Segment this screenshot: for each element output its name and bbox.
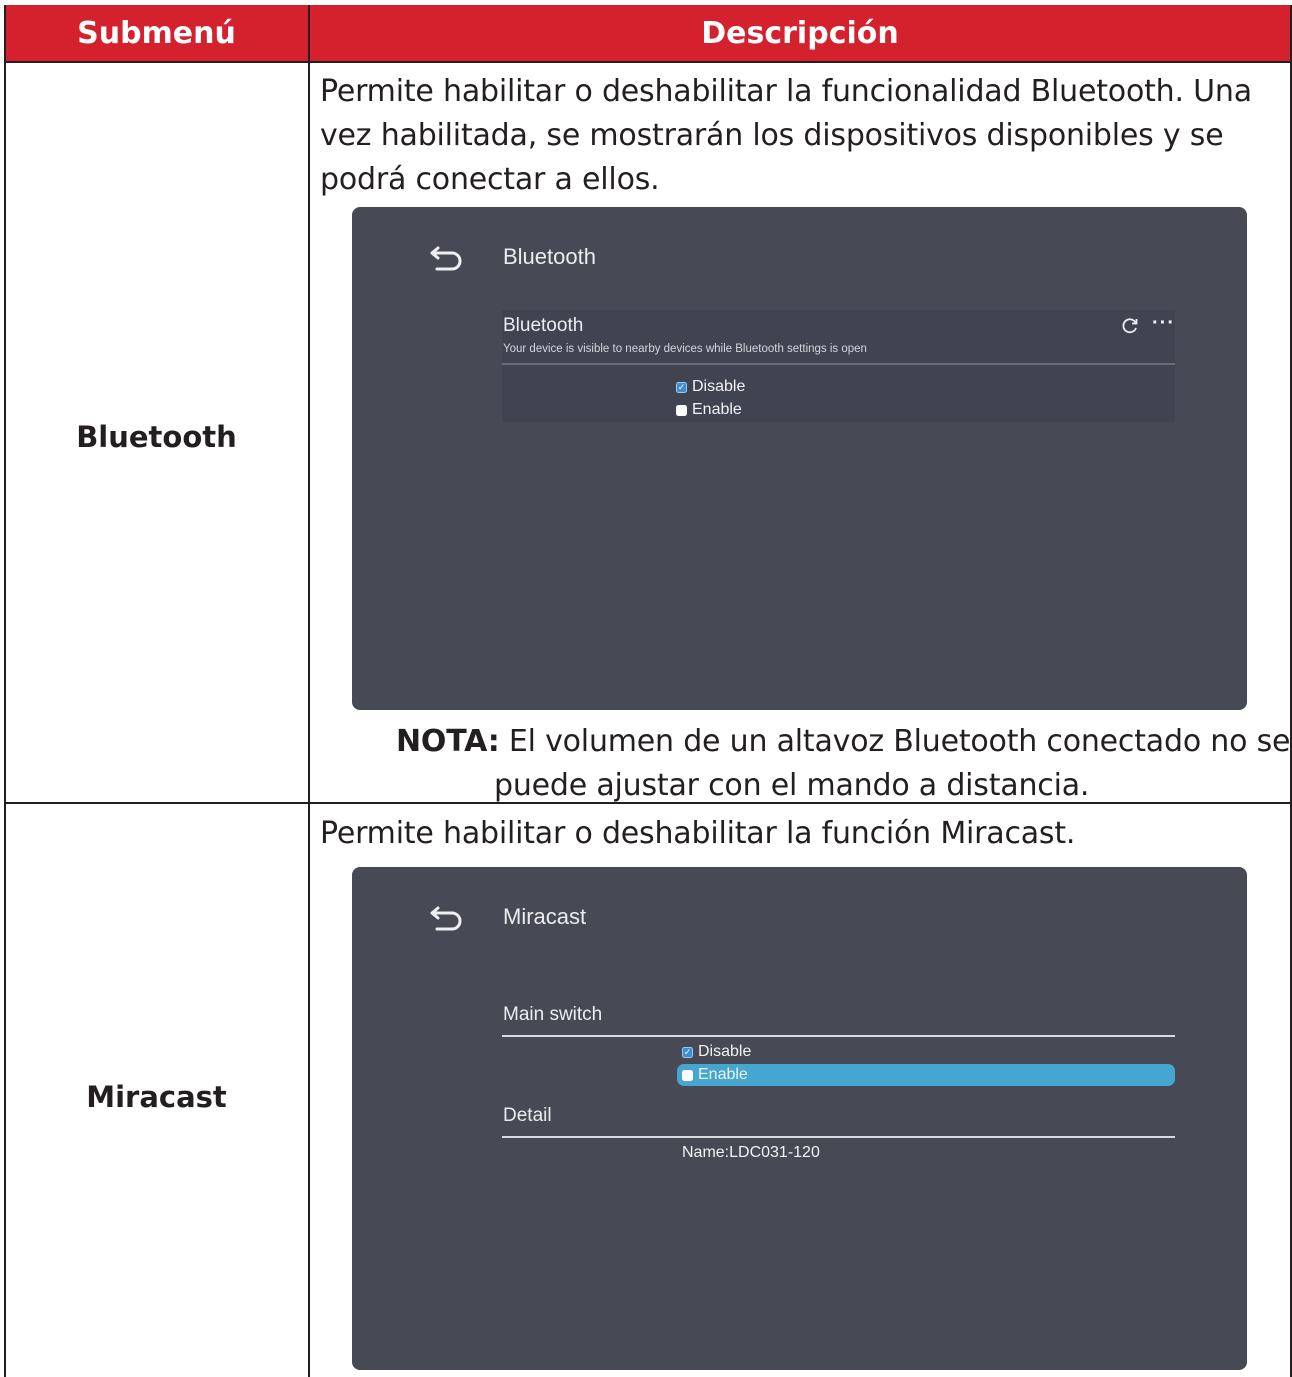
note-label: NOTA: [396,724,500,759]
submenu-bluetooth: Bluetooth [76,420,237,454]
checkbox-checked-icon: ✓ [676,381,687,393]
table-header-rule [4,61,1292,63]
miracast-screenshot [352,867,1247,1370]
miracast-option-enable[interactable]: Enable [682,1064,748,1086]
spec-table: Submenú Descripción Bluetooth Permite ha… [0,0,1292,1377]
back-arrow-icon[interactable] [428,902,466,932]
checkbox-unchecked-icon [676,404,687,416]
device-name: Name:LDC031-120 [682,1144,820,1161]
checkbox-unchecked-icon [682,1069,693,1081]
note-text-line-1: El volumen de un altavoz Bluetooth conec… [508,724,1291,759]
back-arrow-icon[interactable] [428,242,466,272]
submenu-miracast: Miracast [86,1080,227,1114]
main-switch-divider [502,1035,1175,1037]
bluetooth-section-divider [502,363,1175,365]
checkbox-checked-icon: ✓ [682,1046,693,1058]
detail-divider [502,1136,1175,1138]
more-icon[interactable]: ··· [1152,312,1175,335]
main-switch-label: Main switch [503,1004,603,1025]
table-border-right [1290,5,1292,1377]
bluetooth-visibility-note: Your device is visible to nearby devices… [503,343,867,355]
bluetooth-option-enable[interactable]: Enable [676,399,742,421]
miracast-enable-highlight [677,1064,1175,1086]
bluetooth-note: NOTA: El volumen de un altavoz Bluetooth… [396,720,1291,808]
description-miracast: Permite habilitar o deshabilitar la func… [320,816,1076,851]
note-text-line-2: puede ajustar con el mando a distancia. [494,768,1090,803]
miracast-screen-title: Miracast [503,904,587,929]
bluetooth-screen-title: Bluetooth [503,244,596,269]
miracast-option-disable[interactable]: ✓ Disable [682,1041,751,1063]
detail-label: Detail [503,1105,552,1126]
bluetooth-panel [502,310,1175,422]
description-bluetooth: Permite habilitar o deshabilitar la func… [320,74,1252,197]
bluetooth-option-disable[interactable]: ✓ Disable [676,376,745,398]
table-divider-column [308,5,310,1377]
header-submenu: Submenú [5,5,308,61]
bluetooth-section-title: Bluetooth [503,315,584,336]
bluetooth-screenshot [352,207,1247,710]
table-border-left [4,5,6,1377]
header-description: Descripción [309,5,1291,61]
refresh-icon[interactable] [1120,316,1140,336]
